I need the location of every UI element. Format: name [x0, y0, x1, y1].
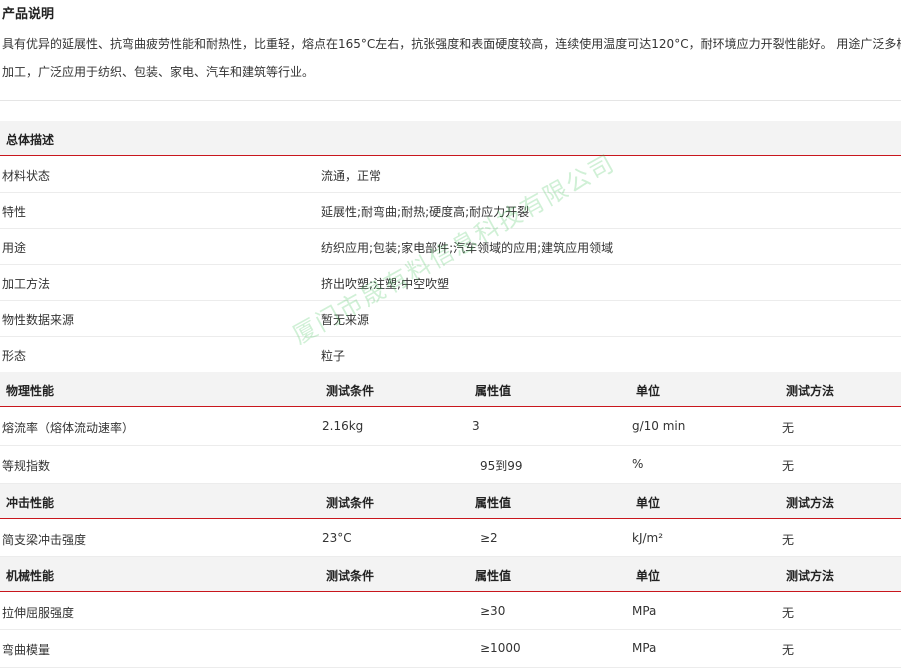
property-value: ≥2: [480, 531, 498, 545]
property-name: 弯曲模量: [2, 643, 51, 657]
table-row: 熔流率（熔体流动速率） 2.16kg 3 g/10 min 无: [0, 408, 901, 446]
section-header-general: 总体描述: [0, 121, 901, 156]
section-header-mechanical: 机械性能 测试条件 属性值 单位 测试方法: [0, 557, 901, 592]
property-name: 简支梁冲击强度: [2, 533, 87, 547]
section-title: 总体描述: [6, 133, 55, 147]
property-value: 粒子: [321, 349, 346, 363]
table-row: 弯曲模量 ≥1000 MPa 无: [0, 630, 901, 668]
section-title: 冲击性能: [6, 496, 55, 510]
property-name: 熔流率（熔体流动速率）: [2, 421, 135, 435]
property-label: 物性数据来源: [2, 313, 75, 327]
unit: MPa: [632, 604, 657, 618]
column-header-method: 测试方法: [786, 569, 835, 583]
test-method: 无: [782, 606, 795, 620]
section-title: 物理性能: [6, 384, 55, 398]
unit: g/10 min: [632, 419, 686, 433]
section-title: 机械性能: [6, 569, 55, 583]
column-header-unit: 单位: [636, 496, 661, 510]
unit: kJ/m²: [632, 531, 664, 545]
property-value: 暂无来源: [321, 313, 370, 327]
test-condition: 2.16kg: [322, 419, 364, 433]
column-header-condition: 测试条件: [326, 496, 375, 510]
table-row: 简支梁冲击强度 23°C ≥2 kJ/m² 无: [0, 520, 901, 557]
property-name: 拉伸屈服强度: [2, 606, 75, 620]
property-label: 形态: [2, 349, 27, 363]
test-condition: 23°C: [322, 531, 352, 545]
property-value: 延展性;耐弯曲;耐热;硬度高;耐应力开裂: [321, 205, 530, 219]
section-header-impact: 冲击性能 测试条件 属性值 单位 测试方法: [0, 484, 901, 519]
property-label: 特性: [2, 205, 27, 219]
unit: %: [632, 457, 644, 471]
property-value: 95到99: [480, 459, 523, 473]
property-label: 材料状态: [2, 169, 51, 183]
column-header-value: 属性值: [475, 496, 512, 510]
column-header-value: 属性值: [475, 569, 512, 583]
column-header-condition: 测试条件: [326, 384, 375, 398]
product-description-line: 具有优异的延展性、抗弯曲疲劳性能和耐热性，比重轻，熔点在165°C左右，抗张强度…: [2, 37, 901, 51]
test-method: 无: [782, 421, 795, 435]
section-header-physical: 物理性能 测试条件 属性值 单位 测试方法: [0, 372, 901, 407]
column-header-unit: 单位: [636, 569, 661, 583]
property-label: 用途: [2, 241, 27, 255]
product-description: 具有优异的延展性、抗弯曲疲劳性能和耐热性，比重轻，熔点在165°C左右，抗张强度…: [2, 30, 901, 86]
product-description-line: 加工，广泛应用于纺织、包装、家电、汽车和建筑等行业。: [2, 65, 315, 79]
test-method: 无: [782, 459, 795, 473]
table-row: 物性数据来源 暂无来源: [0, 300, 901, 337]
table-row: 特性 延展性;耐弯曲;耐热;硬度高;耐应力开裂: [0, 192, 901, 229]
table-row: 材料状态 流通，正常: [0, 156, 901, 193]
property-value: 挤出吹塑;注塑;中空吹塑: [321, 277, 450, 291]
table-row: 拉伸屈服强度 ≥30 MPa 无: [0, 593, 901, 630]
table-row: 加工方法 挤出吹塑;注塑;中空吹塑: [0, 264, 901, 301]
property-value: 3: [472, 419, 480, 433]
property-value: ≥30: [480, 604, 506, 618]
test-method: 无: [782, 533, 795, 547]
property-value: 流通，正常: [321, 169, 382, 183]
column-header-method: 测试方法: [786, 384, 835, 398]
divider: [0, 100, 901, 101]
property-value: 纺织应用;包装;家电部件;汽车领域的应用;建筑应用领域: [321, 241, 614, 255]
column-header-value: 属性值: [475, 384, 512, 398]
product-description-title: 产品说明: [2, 7, 55, 22]
column-header-method: 测试方法: [786, 496, 835, 510]
table-row: 用途 纺织应用;包装;家电部件;汽车领域的应用;建筑应用领域: [0, 228, 901, 265]
property-name: 等规指数: [2, 459, 51, 473]
table-row: 形态 粒子: [0, 336, 901, 373]
table-row: 等规指数 95到99 % 无: [0, 446, 901, 484]
column-header-unit: 单位: [636, 384, 661, 398]
property-value: ≥1000: [480, 641, 521, 655]
test-method: 无: [782, 643, 795, 657]
column-header-condition: 测试条件: [326, 569, 375, 583]
unit: MPa: [632, 641, 657, 655]
property-label: 加工方法: [2, 277, 51, 291]
